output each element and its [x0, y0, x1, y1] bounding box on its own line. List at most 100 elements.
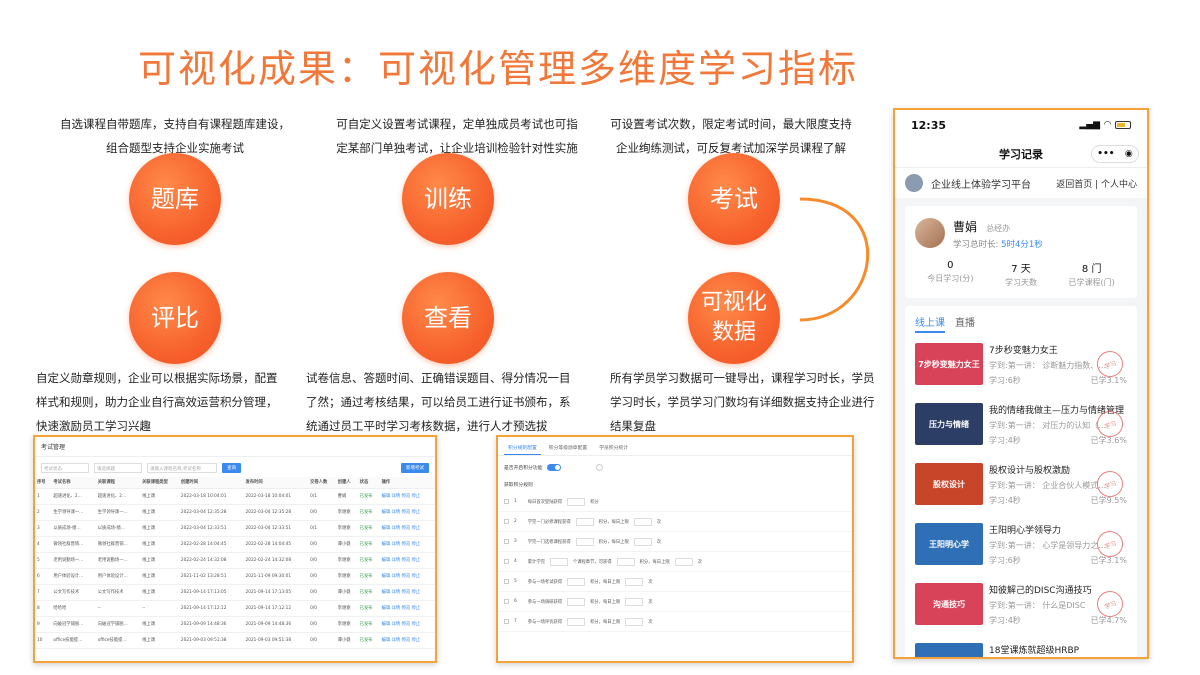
- rule-tail2: 次: [697, 559, 702, 565]
- table-cell: 已发布: [357, 488, 380, 505]
- list-item[interactable]: 股权设计 股权设计与股权激励 学到:第一讲： 企业合伙人模式… 学习:4秒 已学9.5%…: [915, 463, 1127, 523]
- exam-search-input[interactable]: 请输入课程名称,考试名称: [147, 463, 217, 473]
- rule-input[interactable]: [625, 577, 644, 586]
- table-row: 7 公文写作技术 公文写作技术 线上课 2021-09-14 17:13:05 2021-…: [35, 584, 435, 601]
- list-item[interactable]: 沟通技巧 知彼解己的DISC沟通技巧 学到:第一讲： 什么是DISC 学习:4秒 已学4…: [915, 583, 1127, 643]
- course-thumbnail: HRBP: [915, 643, 983, 657]
- table-cell: 线上课: [140, 536, 179, 553]
- list-item[interactable]: 压力与情绪 我的情绪我做主—压力与情绪管理 学到:第一讲： 对压力的认知（… 学习:4…: [915, 403, 1127, 463]
- table-cell: 已发布: [357, 568, 380, 585]
- table-cell: office技能提…: [51, 632, 96, 649]
- points-tab[interactable]: 积分等级勋章配置: [545, 442, 591, 455]
- rule-number: 7: [514, 619, 517, 624]
- table-cell: 已发布: [357, 520, 380, 537]
- table-cell: 2022-03-18 10:04:01: [178, 488, 244, 505]
- course-tab[interactable]: 直播: [955, 314, 975, 333]
- table-cell: 谭小薇: [335, 632, 358, 649]
- points-toggle[interactable]: [547, 464, 562, 471]
- help-icon[interactable]: [596, 464, 604, 471]
- rule-tail2: 次: [648, 599, 653, 605]
- rule-input[interactable]: [616, 557, 635, 566]
- phone-time: 12:35: [911, 118, 947, 132]
- table-cell[interactable]: 编辑 详情 预览 停止: [379, 616, 435, 633]
- table-cell: 6: [35, 568, 52, 585]
- exam-table-header: 关联课程类型: [140, 477, 179, 489]
- table-row: 9 向破冠学铺脱… 向破冠学铺脱… 线上课 2021-09-09 14:48:36 202…: [35, 616, 435, 633]
- table-cell: 2022-02-24 14:32:08: [178, 552, 244, 569]
- table-cell[interactable]: 编辑 详情 预览 停止: [379, 536, 435, 553]
- exam-table-header: 创建人: [335, 477, 358, 489]
- rule-checkbox[interactable]: [504, 619, 509, 624]
- exam-table-header: 序号: [35, 477, 52, 489]
- list-item[interactable]: HRBP 18堂课炼就超级HRBP学到:第一讲： HRBP的由来…: [915, 643, 1127, 657]
- org-links[interactable]: 返回首页 | 个人中心: [1056, 177, 1137, 190]
- table-cell[interactable]: 编辑 详情 预览 停止: [379, 504, 435, 521]
- list-item[interactable]: 7步秒变魅力女王 7步秒变魅力女王 学到:第一讲： 诊断魅力指数、… 学习:6秒 已学3…: [915, 343, 1127, 403]
- table-cell[interactable]: 编辑 详情 预览 停止: [379, 552, 435, 569]
- rule-text: 参与一场调研获得: [527, 599, 563, 605]
- rule-checkbox[interactable]: [504, 499, 509, 504]
- rule-input[interactable]: [567, 597, 586, 606]
- course-thumbnail: 压力与情绪: [915, 403, 983, 445]
- points-tab[interactable]: 学员积分统计: [595, 442, 632, 455]
- rule-input[interactable]: [575, 537, 594, 546]
- table-cell[interactable]: 编辑 详情 预览 停止: [379, 632, 435, 649]
- rule-checkbox[interactable]: [504, 559, 509, 564]
- rule-input[interactable]: [674, 557, 693, 566]
- rule-input[interactable]: [567, 497, 586, 506]
- rule-input[interactable]: [625, 597, 644, 606]
- org-bar: 企业线上体验学习平台 返回首页 | 个人中心: [895, 168, 1147, 198]
- node-tiku: 题库: [129, 153, 221, 245]
- rule-input[interactable]: [633, 517, 652, 526]
- close-icon[interactable]: ◉: [1125, 149, 1133, 159]
- table-cell: 已发布: [357, 504, 380, 521]
- rule-checkbox[interactable]: [504, 539, 509, 544]
- course-info: 18堂课炼就超级HRBP学到:第一讲： HRBP的由来…: [989, 643, 1127, 657]
- table-cell[interactable]: 编辑 详情 预览 停止: [379, 488, 435, 505]
- exam-table-header: 考试名称: [51, 477, 96, 489]
- table-cell: 生学领导课一…: [95, 504, 141, 521]
- miniprogram-capsule[interactable]: ••• ◉: [1091, 145, 1139, 163]
- table-cell: 0/0: [308, 536, 336, 553]
- points-tab[interactable]: 积分规则配置: [504, 442, 541, 455]
- stat-item: 0 今日学习(分): [915, 260, 986, 288]
- stat-value: 0: [947, 260, 954, 271]
- rule-checkbox[interactable]: [504, 519, 509, 524]
- table-cell[interactable]: 编辑 详情 预览 停止: [379, 568, 435, 585]
- points-rule-row: 5 参与一场考试获得 积分，每日上限 次: [498, 572, 852, 592]
- table-cell[interactable]: 编辑 详情 预览 停止: [379, 600, 435, 617]
- list-item[interactable]: 王阳明心学 王阳明心学领导力 学到:第一讲： 心学是领导力之… 学习:6秒 已学3.1%…: [915, 523, 1127, 583]
- rule-checkbox[interactable]: [504, 599, 509, 604]
- table-cell: 线上课: [140, 520, 179, 537]
- course-tab[interactable]: 线上课: [915, 314, 945, 333]
- exam-search-button[interactable]: 查询: [222, 463, 241, 473]
- table-cell: 用户体验设计…: [51, 568, 96, 585]
- rule-input[interactable]: [575, 517, 594, 526]
- rule-input[interactable]: [549, 557, 568, 566]
- rule-text: 累计学完: [527, 559, 545, 565]
- course-study-time: 学习:6秒: [989, 556, 1021, 565]
- rule-input[interactable]: [567, 617, 586, 626]
- rule-checkbox[interactable]: [504, 579, 509, 584]
- table-row: 6 用户体验设计… 用户体验设计… 线上课 2021-11-02 13:28:51 202…: [35, 568, 435, 585]
- rule-input[interactable]: [625, 617, 644, 626]
- rule-input[interactable]: [633, 537, 652, 546]
- rule-tail: 积分，每日上限: [598, 519, 629, 525]
- table-cell: 已发布: [357, 632, 380, 649]
- org-name: 企业线上体验学习平台: [931, 179, 1031, 191]
- user-name: 曹娟: [953, 220, 978, 234]
- exam-question-select[interactable]: 请选择题: [94, 463, 142, 473]
- exam-management-screenshot: 考试管理 考试状态 请选择题 请输入课程名称,考试名称 查询 新增考试 序号 考试…: [33, 435, 437, 663]
- rule-text: 学完一门选修课程获得: [527, 539, 571, 545]
- table-cell[interactable]: 编辑 详情 预览 停止: [379, 584, 435, 601]
- more-icon[interactable]: •••: [1097, 149, 1114, 159]
- exam-status-select[interactable]: 考试状态: [41, 463, 89, 473]
- table-cell: 微领社群营销…: [95, 536, 141, 553]
- new-exam-button[interactable]: 新增考试: [401, 463, 429, 473]
- table-cell: 已发布: [357, 584, 380, 601]
- table-cell: 0/0: [308, 504, 336, 521]
- table-cell: 用户体验设计…: [95, 568, 141, 585]
- course-study-time: 学习:6秒: [989, 376, 1021, 385]
- rule-input[interactable]: [567, 577, 586, 586]
- table-cell[interactable]: 编辑 详情 预览 停止: [379, 520, 435, 537]
